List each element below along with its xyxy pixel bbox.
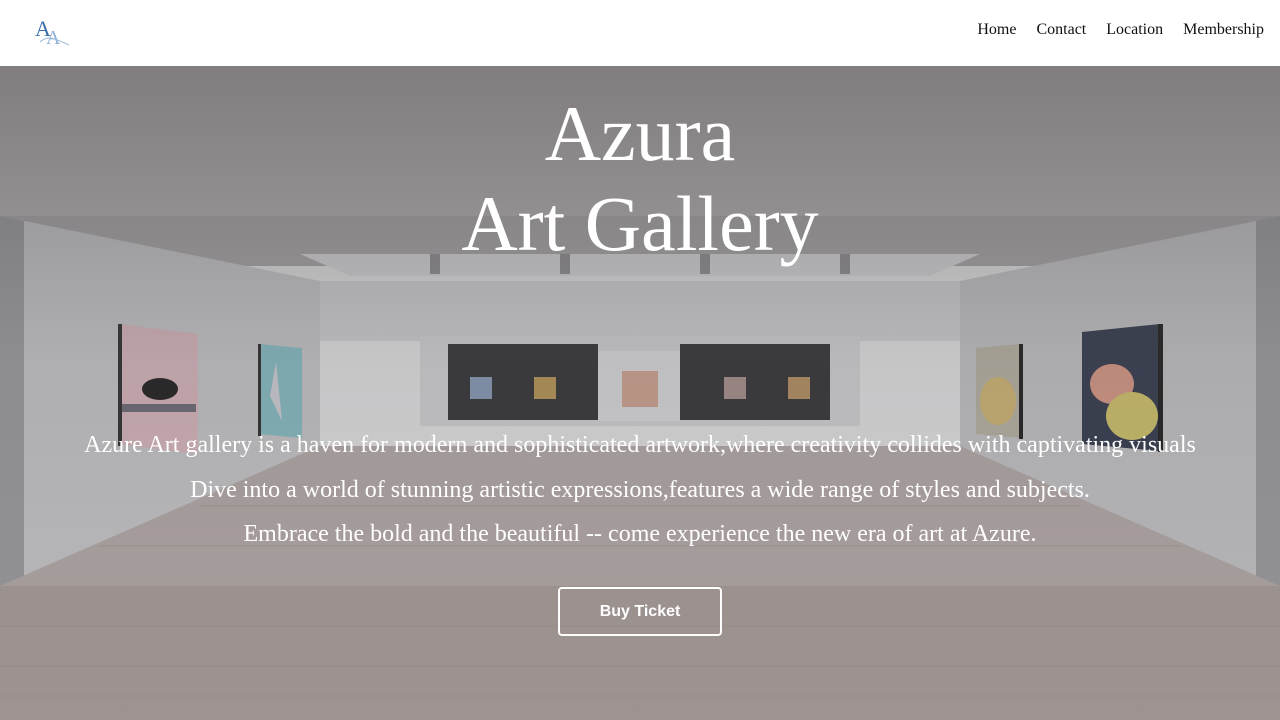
hero-section: Azura Art Gallery Azure Art gallery is a… xyxy=(0,66,1280,720)
svg-text:A: A xyxy=(46,27,61,48)
main-nav: Home Contact Location Membership xyxy=(977,21,1264,39)
hero-title-line2: Art Gallery xyxy=(461,180,819,267)
hero-description-1: Azure Art gallery is a haven for modern … xyxy=(84,432,1196,458)
nav-contact-link[interactable]: Contact xyxy=(1036,21,1086,39)
site-header: A A Home Contact Location Membership xyxy=(0,0,1280,66)
nav-location-link[interactable]: Location xyxy=(1106,21,1163,39)
hero-description-3: Embrace the bold and the beautiful -- co… xyxy=(243,521,1037,547)
hero-title-line1: Azura xyxy=(544,90,736,177)
nav-home-link[interactable]: Home xyxy=(977,21,1016,39)
buy-ticket-button[interactable]: Buy Ticket xyxy=(558,587,722,636)
hero-description-2: Dive into a world of stunning artistic e… xyxy=(190,477,1090,503)
nav-membership-link[interactable]: Membership xyxy=(1183,21,1264,39)
gallery-logo[interactable]: A A xyxy=(34,12,70,48)
